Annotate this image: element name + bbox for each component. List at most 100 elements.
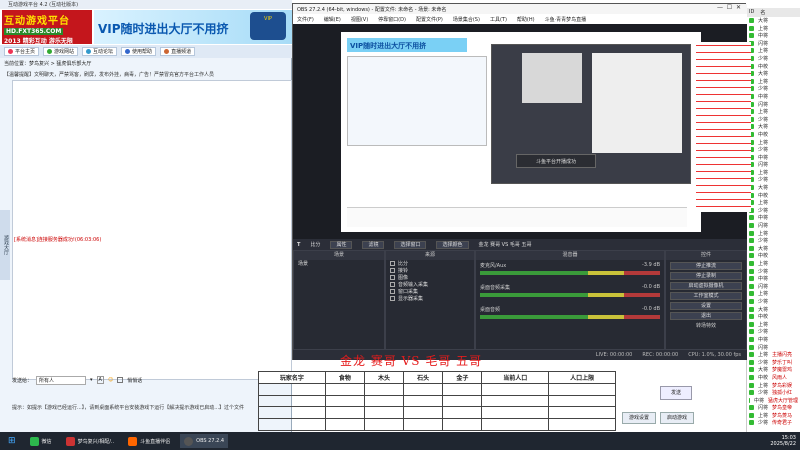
game-settings-button[interactable]: 游戏设置 [622, 412, 656, 424]
source-item[interactable]: 窗口采集 [386, 288, 474, 295]
properties-button[interactable]: 属性 [330, 240, 353, 249]
list-item[interactable]: 上将 [747, 25, 800, 33]
list-item[interactable]: 大将 梦魔雷鸡 [747, 366, 800, 374]
list-item[interactable]: 中将 [747, 93, 800, 101]
chevron-down-icon[interactable]: ▾ [90, 377, 93, 383]
list-item[interactable]: 中将 [747, 214, 800, 222]
list-item[interactable]: 中校 [747, 131, 800, 139]
nav-games[interactable]: 游戏网站 [43, 47, 79, 56]
list-item[interactable]: 少将 [747, 116, 800, 124]
list-item[interactable]: 少将 梦乐丁叫 [747, 359, 800, 367]
mixer-channel[interactable]: 麦克风/Aux -3.9 dB [480, 262, 660, 282]
list-item[interactable]: 上将 [747, 321, 800, 329]
list-item[interactable]: 少将 传奇君子 [747, 419, 800, 427]
list-item[interactable]: 上将 [747, 108, 800, 116]
menu-view[interactable]: 视图(V) [351, 16, 368, 23]
stop-recording-button[interactable]: 停止录制 [670, 272, 742, 280]
list-item[interactable]: 上将 [747, 290, 800, 298]
source-item[interactable]: 显示器采集 [386, 295, 474, 302]
stop-streaming-button[interactable]: 停止推流 [670, 262, 742, 270]
list-item[interactable]: 中校 [747, 313, 800, 321]
list-item[interactable]: 中将 [747, 32, 800, 40]
list-item[interactable]: 大将 [747, 70, 800, 78]
menu-scene-collection[interactable]: 场景集合(S) [453, 16, 480, 23]
list-item[interactable]: 上将 主播闪亮 [747, 351, 800, 359]
menu-edit[interactable]: 编辑(E) [324, 16, 341, 23]
list-item[interactable]: 少将 [747, 85, 800, 93]
nav-forum[interactable]: 互动论坛 [82, 47, 118, 56]
list-item[interactable]: 闪将 梦鸟皇帝 [747, 404, 800, 412]
list-item[interactable]: 大将 [747, 184, 800, 192]
scene-item[interactable]: 场景 [294, 260, 384, 267]
list-item[interactable]: 中将 [747, 336, 800, 344]
taskbar-douyu[interactable]: 斗鱼直播伴侣 [124, 434, 174, 448]
list-item[interactable]: 中校 [747, 63, 800, 71]
emoji-icon[interactable]: ☺ [108, 377, 113, 383]
list-item[interactable]: 闪将 [747, 283, 800, 291]
list-item[interactable]: 上将 梦鸟菱马 [747, 412, 800, 420]
list-item[interactable]: 中校 风雨人 [747, 374, 800, 382]
mixer-channel[interactable]: 桌面音频采集 -0.0 dB [480, 284, 660, 304]
list-item[interactable]: 上将 [747, 169, 800, 177]
list-item[interactable]: 闪将 [747, 222, 800, 230]
list-item[interactable]: 少将 [747, 176, 800, 184]
list-item[interactable]: 上将 [747, 139, 800, 147]
list-item[interactable]: 少将 [747, 146, 800, 154]
menu-douyu[interactable]: 斗鱼·青青梦鸟直播 [545, 16, 587, 23]
list-item[interactable]: 大将 [747, 17, 800, 25]
virtual-camera-button[interactable]: 启动虚拟摄像机 [670, 282, 742, 290]
select-color-button[interactable]: 选择颜色 [436, 240, 469, 249]
start-game-button[interactable]: 启动游戏 [660, 412, 694, 424]
list-item[interactable]: 少将 [747, 268, 800, 276]
list-item[interactable]: 大将 [747, 245, 800, 253]
font-icon[interactable]: A [96, 376, 104, 384]
source-item[interactable]: 音频输入采集 [386, 281, 474, 288]
menu-file[interactable]: 文件(F) [297, 16, 314, 23]
list-item[interactable]: 中将 [747, 275, 800, 283]
settings-button[interactable]: 设置 [670, 302, 742, 310]
list-item[interactable]: 少将 [747, 207, 800, 215]
list-item[interactable]: 少将 [747, 237, 800, 245]
source-item[interactable]: 比分 [386, 260, 474, 267]
menu-docks[interactable]: 停靠窗口(D) [378, 16, 406, 23]
send-button[interactable]: 发送 [660, 386, 692, 400]
menu-tools[interactable]: 工具(T) [490, 16, 507, 23]
send-to-select[interactable]: 所有人 [36, 375, 87, 385]
studio-mode-button[interactable]: 工作室模式 [670, 292, 742, 300]
exit-button[interactable]: 退出 [670, 312, 742, 320]
list-item[interactable]: 闪将 [747, 40, 800, 48]
taskbar-obs[interactable]: OBS 27.2.4 [180, 434, 229, 448]
menu-profile[interactable]: 配置文件(P) [416, 16, 443, 23]
obs-preview[interactable]: VIP随时进出大厅不用挤 斗鱼平台开播成功 [293, 24, 751, 239]
list-item[interactable]: 少将 [747, 55, 800, 63]
list-item[interactable]: 上将 [747, 78, 800, 86]
list-item[interactable]: 上将 [747, 260, 800, 268]
select-window-button[interactable]: 选择窗口 [394, 240, 427, 249]
taskbar-game[interactable]: 梦鸟复兴/相配/.. [62, 434, 119, 448]
chat-area[interactable] [12, 80, 292, 380]
mixer-channel[interactable]: 桌面音频 -0.0 dB [480, 306, 660, 326]
list-item[interactable]: 中校 [747, 192, 800, 200]
start-button[interactable]: ⊞ [4, 434, 20, 448]
menu-help[interactable]: 帮助(H) [517, 16, 535, 23]
whisper-checkbox[interactable] [117, 377, 124, 383]
list-item[interactable]: 上将 [747, 199, 800, 207]
list-item[interactable]: 上将 [747, 47, 800, 55]
system-clock[interactable]: 15:03 2025/8/22 [770, 435, 796, 447]
filters-button[interactable]: 滤镜 [362, 240, 385, 249]
list-item[interactable]: 中将 [747, 154, 800, 162]
list-item[interactable]: 上将 梦鸟彩娱 [747, 382, 800, 390]
list-item[interactable]: 大将 [747, 123, 800, 131]
list-item[interactable]: 少将 独孤小红 [747, 389, 800, 397]
nav-live[interactable]: 直播频道 [160, 47, 196, 56]
list-item[interactable]: 上将 [747, 230, 800, 238]
nav-help[interactable]: 使用帮助 [121, 47, 157, 56]
list-item[interactable]: 少将 [747, 298, 800, 306]
source-item[interactable]: 图像 [386, 274, 474, 281]
list-item[interactable]: 闪将 [747, 161, 800, 169]
list-item[interactable]: 大将 [747, 306, 800, 314]
window-controls[interactable]: — ☐ ✕ [717, 4, 741, 11]
list-item[interactable]: 闪将 [747, 344, 800, 352]
list-item[interactable]: 闪将 [747, 101, 800, 109]
list-item[interactable]: 少将 [747, 328, 800, 336]
